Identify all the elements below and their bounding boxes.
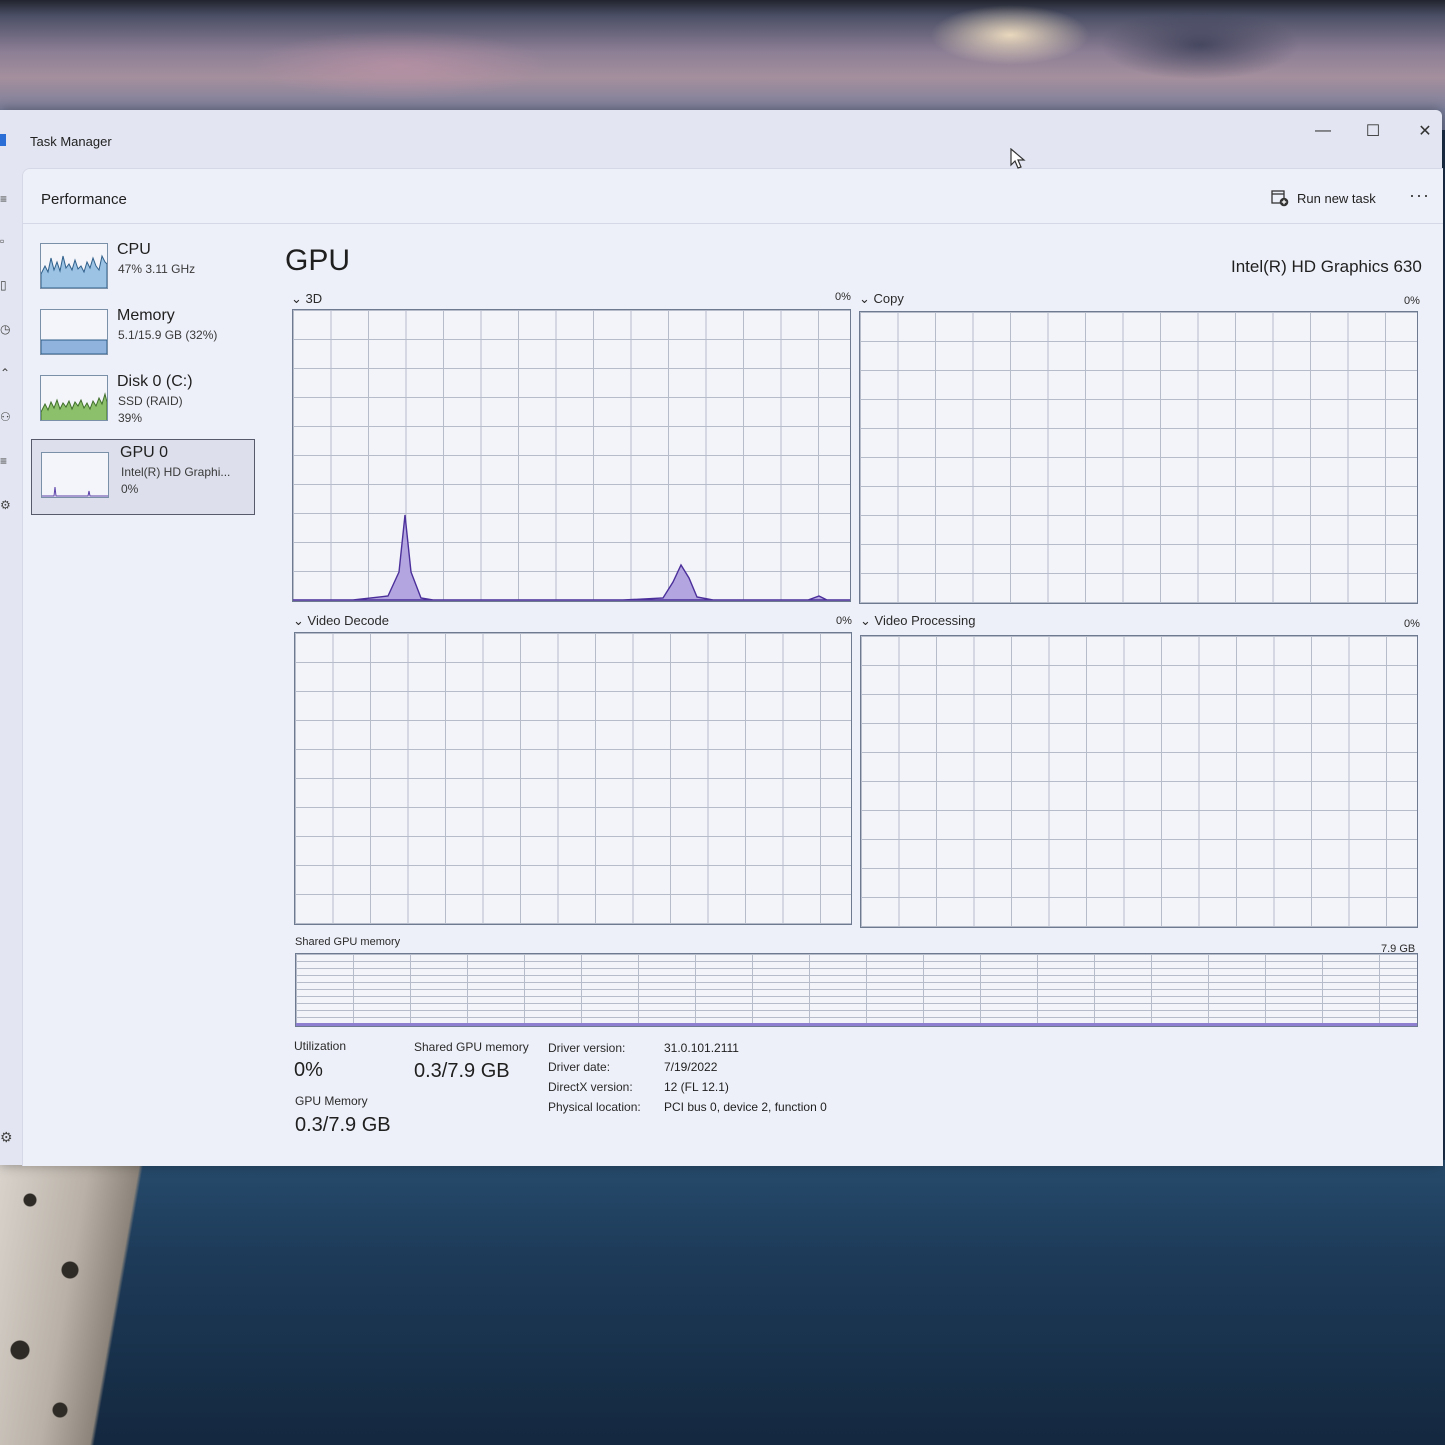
sidebar-item-disk[interactable]: Disk 0 (C:) SSD (RAID) 39% xyxy=(31,369,253,443)
driver-date-value: 7/19/2022 xyxy=(664,1060,718,1074)
device-detail: 5.1/15.9 GB (32%) xyxy=(118,328,218,342)
title-bar[interactable]: Task Manager — ☐ ✕ xyxy=(0,110,1442,170)
gpu-sparkline xyxy=(42,486,108,497)
minimize-button[interactable]: — xyxy=(1300,116,1346,146)
close-button[interactable]: ✕ xyxy=(1402,116,1445,146)
settings-icon[interactable]: ⚙ xyxy=(0,1130,14,1144)
run-new-task-label: Run new task xyxy=(1297,190,1376,206)
wallpaper-cloud xyxy=(250,30,550,100)
task-manager-window: Task Manager — ☐ ✕ ≡ ▫ ▯ ◷ ⌃ ⚇ ≡ ⚙ ⚙ Per… xyxy=(0,110,1443,1166)
maximize-button[interactable]: ☐ xyxy=(1350,116,1396,146)
engine-3d-max: 0% xyxy=(835,291,851,303)
engine-label: Copy xyxy=(873,291,904,306)
gpu-thumbnail-graph xyxy=(41,452,109,498)
engine-video-decode-selector[interactable]: ⌄ Video Decode xyxy=(293,613,389,629)
engine-video-decode-graph xyxy=(294,632,852,925)
engine-copy-max: 0% xyxy=(1404,295,1420,307)
engine-copy-graph xyxy=(859,311,1418,604)
startup-apps-icon[interactable]: ⌃ xyxy=(0,366,14,380)
mouse-cursor-icon xyxy=(1010,148,1026,169)
processes-icon[interactable]: ▫ xyxy=(0,234,14,248)
device-name: GPU 0 xyxy=(120,444,169,461)
engine-label: Video Decode xyxy=(307,613,389,628)
engine-copy-selector[interactable]: ⌄ Copy xyxy=(859,291,904,307)
engine-label: Video Processing xyxy=(874,613,976,628)
window-title: Task Manager xyxy=(30,134,112,149)
gpu-model-name: Intel(R) HD Graphics 630 xyxy=(1231,257,1422,276)
utilization-label: Utilization xyxy=(294,1039,347,1053)
desktop-wallpaper-sea xyxy=(0,1160,1445,1445)
shared-memory-label: Shared GPU memory xyxy=(414,1040,529,1054)
driver-version-label: Driver version: xyxy=(548,1041,626,1055)
close-icon: ✕ xyxy=(1418,123,1432,140)
task-manager-app-icon xyxy=(0,134,6,146)
hamburger-menu-icon[interactable]: ≡ xyxy=(0,192,14,206)
directx-version-label: DirectX version: xyxy=(548,1080,633,1094)
sidebar-item-memory[interactable]: Memory 5.1/15.9 GB (32%) xyxy=(31,303,253,377)
device-name: Disk 0 (C:) xyxy=(117,373,193,390)
engine-3d-graph xyxy=(292,309,851,602)
wallpaper-sun-glow xyxy=(930,5,1090,65)
engine-3d-selector[interactable]: ⌄ 3D xyxy=(291,291,322,307)
engine-video-processing-selector[interactable]: ⌄ Video Processing xyxy=(860,613,975,629)
sidebar-item-gpu[interactable]: GPU 0 Intel(R) HD Graphi... 0% xyxy=(31,439,255,515)
engine-video-decode-max: 0% xyxy=(836,615,852,627)
run-new-task-button[interactable]: Run new task xyxy=(1271,185,1376,211)
device-name: Memory xyxy=(117,307,175,324)
more-options-icon[interactable]: ··· xyxy=(1409,185,1430,206)
shared-memory-value: 0.3/7.9 GB xyxy=(414,1060,510,1082)
memory-thumbnail-graph xyxy=(40,309,108,355)
memory-sparkline xyxy=(41,339,107,354)
sidebar-item-cpu[interactable]: CPU 47% 3.11 GHz xyxy=(31,237,253,311)
device-detail: Intel(R) HD Graphi... xyxy=(121,465,231,479)
engine-video-processing-graph xyxy=(860,635,1418,928)
engine-3d-usage-line xyxy=(293,514,850,601)
physical-location-label: Physical location: xyxy=(548,1100,641,1114)
gpu-heading: GPU xyxy=(285,244,351,277)
device-name: CPU xyxy=(117,241,151,258)
cpu-sparkline xyxy=(41,254,107,288)
page-header: Performance Run new task ··· xyxy=(23,169,1443,224)
shared-memory-graph xyxy=(295,953,1418,1027)
shared-memory-graph-label: Shared GPU memory xyxy=(295,936,401,948)
shared-memory-usage-fill xyxy=(296,1023,1417,1026)
wallpaper-cloud xyxy=(1100,10,1300,80)
maximize-icon: ☐ xyxy=(1365,123,1381,140)
gpu-memory-value: 0.3/7.9 GB xyxy=(295,1114,391,1136)
device-detail: 47% 3.11 GHz xyxy=(118,262,196,276)
driver-version-value: 31.0.101.2111 xyxy=(664,1041,739,1055)
services-icon[interactable]: ⚙ xyxy=(0,498,14,512)
users-icon[interactable]: ⚇ xyxy=(0,410,14,424)
device-detail: SSD (RAID) xyxy=(118,394,183,408)
physical-location-value: PCI bus 0, device 2, function 0 xyxy=(664,1100,827,1114)
details-icon[interactable]: ≡ xyxy=(0,454,14,468)
engine-label: 3D xyxy=(305,291,323,306)
desktop-wallpaper-rock xyxy=(0,1160,150,1445)
disk-thumbnail-graph xyxy=(40,375,108,421)
performance-pane: Performance Run new task ··· CPU 47% 3.1… xyxy=(22,168,1443,1166)
engine-video-processing-max: 0% xyxy=(1404,618,1420,630)
device-usage: 0% xyxy=(121,482,139,496)
performance-icon[interactable]: ▯ xyxy=(0,278,14,292)
app-history-icon[interactable]: ◷ xyxy=(0,322,14,336)
disk-sparkline xyxy=(41,392,107,420)
driver-date-label: Driver date: xyxy=(548,1060,611,1074)
gpu-memory-label: GPU Memory xyxy=(295,1094,368,1108)
directx-version-value: 12 (FL 12.1) xyxy=(664,1080,729,1094)
nav-rail: ≡ ▫ ▯ ◷ ⌃ ⚇ ≡ ⚙ ⚙ xyxy=(0,170,22,1165)
page-title: Performance xyxy=(41,191,127,208)
device-usage: 39% xyxy=(118,411,143,425)
minimize-icon: — xyxy=(1315,122,1331,139)
utilization-value: 0% xyxy=(294,1059,323,1081)
cpu-thumbnail-graph xyxy=(40,243,108,289)
run-task-icon xyxy=(1271,190,1289,207)
